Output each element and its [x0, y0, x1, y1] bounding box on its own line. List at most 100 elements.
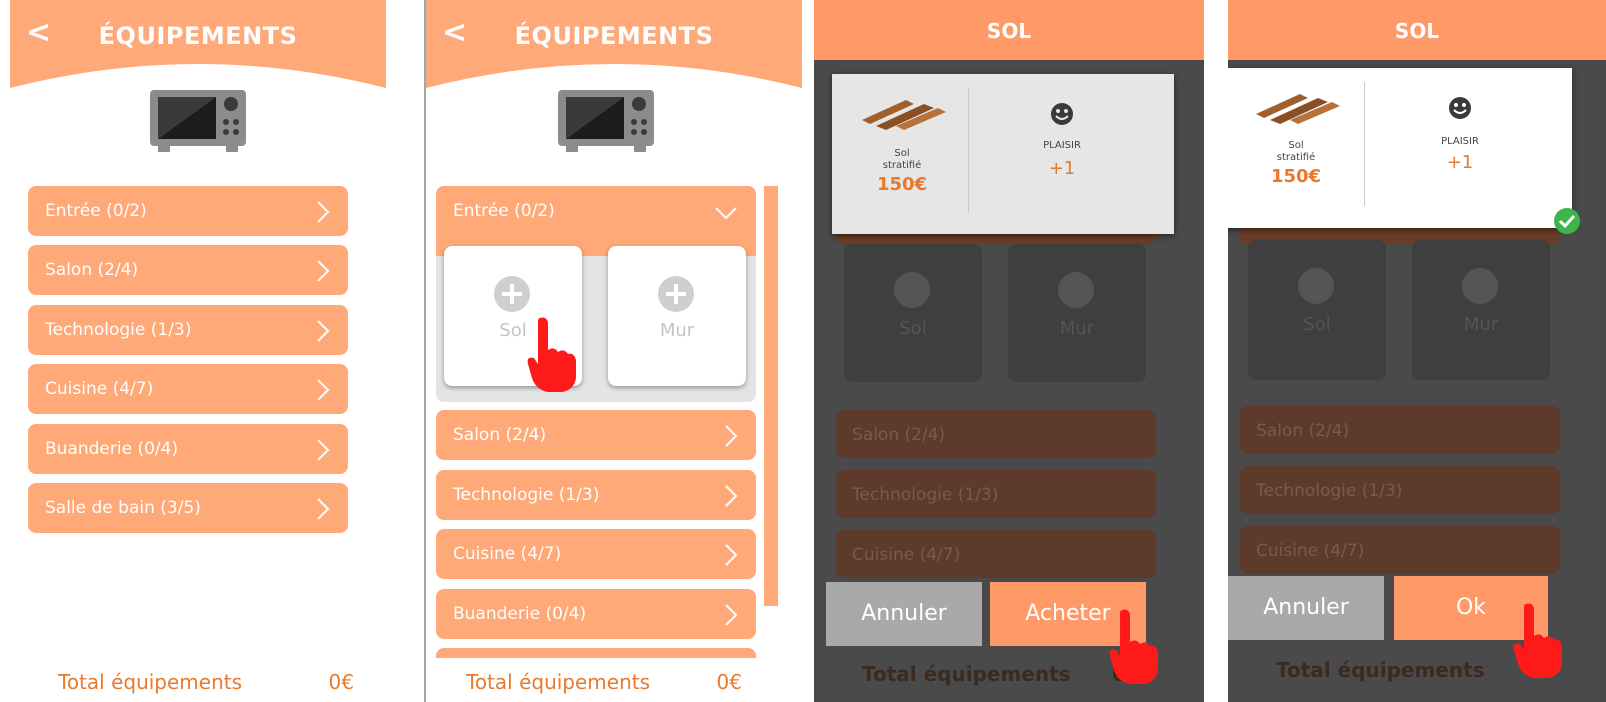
total-label: Total équipements	[58, 670, 243, 694]
category-row-partial	[436, 648, 756, 658]
chevron-right-icon	[317, 320, 330, 342]
category-label: Technologie (1/3)	[1256, 481, 1403, 501]
item-price: 150€	[876, 174, 928, 195]
tile-label: Sol	[1303, 314, 1331, 335]
plus-circle-icon	[658, 276, 694, 312]
dimmed-row-technologie: Technologie (1/3)	[1240, 466, 1560, 514]
dimmed-tile-mur: Mur	[1412, 240, 1550, 380]
equipment-expanded-screen: < ÉQUIPEMENTS Entrée (0/2) Sol Mur Salon…	[424, 0, 802, 702]
tile-label: Sol	[899, 318, 927, 339]
cancel-button[interactable]: Annuler	[1228, 576, 1384, 640]
dimmed-tile-sol: Sol	[844, 244, 982, 382]
category-row-technologie[interactable]: Technologie (1/3)	[28, 305, 348, 355]
item-name: Sol	[894, 148, 910, 159]
category-row-cuisine[interactable]: Cuisine (4/7)	[436, 529, 756, 579]
chevron-right-icon	[725, 544, 738, 566]
chevron-right-icon	[725, 604, 738, 626]
pointer-hand-icon	[527, 317, 576, 392]
dimmed-row-cuisine: Cuisine (4/7)	[1240, 526, 1560, 574]
category-row-cuisine[interactable]: Cuisine (4/7)	[28, 364, 348, 414]
chevron-down-icon	[715, 207, 737, 220]
total-label: Total équipements	[466, 670, 651, 694]
category-label: Cuisine (4/7)	[453, 544, 562, 564]
stat-label: PLAISIR	[1441, 136, 1479, 147]
dimmed-tile-mur: Mur	[1008, 244, 1146, 382]
category-label: Technologie (1/3)	[45, 320, 192, 340]
tile-label: Mur	[659, 320, 695, 341]
category-label: Salon (2/4)	[1256, 421, 1350, 441]
purchase-dialog-screen: SOL Sol Mur Salon (2/4) Technologie (1/3…	[814, 0, 1204, 702]
item-name-2: stratifié	[882, 160, 922, 171]
pointer-hand-icon	[1513, 603, 1562, 678]
tile-label: Mur	[1463, 314, 1499, 335]
item-name: Sol	[1288, 140, 1304, 151]
smiley-icon	[1449, 97, 1471, 119]
tile-label: Mur	[1059, 318, 1095, 339]
chevron-right-icon	[725, 485, 738, 507]
category-label: Entrée (0/2)	[453, 201, 555, 221]
category-label: Salon (2/4)	[45, 260, 139, 280]
stat-label: PLAISIR	[1043, 140, 1081, 151]
chevron-right-icon	[725, 425, 738, 447]
chevron-right-icon	[317, 201, 330, 223]
page-title: SOL	[1228, 0, 1606, 60]
total-bar: Total équipements 0€	[10, 664, 386, 702]
category-label: Technologie (1/3)	[453, 485, 600, 505]
pointer-hand-icon	[1109, 609, 1158, 684]
wood-planks-icon	[1256, 94, 1340, 124]
dimmed-row-technologie: Technologie (1/3)	[836, 470, 1156, 518]
category-label: Technologie (1/3)	[852, 485, 999, 505]
plus-circle-icon	[1298, 268, 1334, 304]
chevron-right-icon	[317, 498, 330, 520]
purchase-confirmed-screen: SOL Sol Mur Salon (2/4) Technologie (1/3…	[1228, 0, 1606, 702]
chevron-right-icon	[317, 439, 330, 461]
item-price: 150€	[1270, 166, 1322, 187]
category-row-salle-de-bain[interactable]: Salle de bain (3/5)	[28, 483, 348, 533]
wood-planks-icon	[862, 100, 946, 130]
category-row-entree[interactable]: Entrée (0/2)	[28, 186, 348, 236]
card-divider	[1364, 82, 1365, 206]
category-label: Cuisine (4/7)	[45, 379, 154, 399]
category-row-technologie[interactable]: Technologie (1/3)	[436, 470, 756, 520]
chevron-right-icon	[317, 379, 330, 401]
cancel-button[interactable]: Annuler	[826, 582, 982, 646]
microwave-icon	[150, 90, 246, 152]
category-row-salon[interactable]: Salon (2/4)	[28, 245, 348, 295]
total-value: 0€	[328, 670, 354, 694]
total-value: 0€	[716, 670, 742, 694]
smiley-icon	[1051, 103, 1073, 125]
equipment-list-screen: < ÉQUIPEMENTS Entrée (0/2) Salon (2/4) T…	[10, 0, 386, 702]
page-title: ÉQUIPEMENTS	[514, 22, 714, 50]
plus-circle-icon	[494, 276, 530, 312]
checkmark-icon	[1554, 208, 1580, 234]
item-name-2: stratifié	[1276, 152, 1316, 163]
stat-value: +1	[1048, 158, 1076, 179]
microwave-icon	[558, 90, 654, 152]
plus-circle-icon	[1058, 272, 1094, 308]
total-bar: Total équipements 0€	[426, 664, 802, 702]
plus-circle-icon	[894, 272, 930, 308]
page-title: ÉQUIPEMENTS	[98, 22, 298, 50]
category-label: Salon (2/4)	[852, 425, 946, 445]
scrollbar[interactable]	[764, 186, 778, 606]
dimmed-row-cuisine: Cuisine (4/7)	[836, 530, 1156, 578]
category-label: Salle de bain (3/5)	[45, 498, 201, 518]
card-divider	[968, 88, 969, 212]
page-title: SOL	[814, 0, 1204, 60]
category-row-salon[interactable]: Salon (2/4)	[436, 410, 756, 460]
category-row-buanderie[interactable]: Buanderie (0/4)	[436, 589, 756, 639]
item-card: Sol stratifié 150€ PLAISIR +1	[832, 74, 1174, 234]
category-label: Buanderie (0/4)	[45, 439, 179, 459]
category-label: Entrée (0/2)	[45, 201, 147, 221]
category-label: Salon (2/4)	[453, 425, 547, 445]
header: < ÉQUIPEMENTS	[10, 0, 386, 92]
item-card: Sol stratifié 150€ PLAISIR +1	[1228, 68, 1580, 234]
plus-circle-icon	[1462, 268, 1498, 304]
category-label: Cuisine (4/7)	[852, 545, 961, 565]
expanded-category-entree: Entrée (0/2) Sol Mur	[436, 186, 756, 402]
equipment-tile-mur[interactable]: Mur	[608, 246, 746, 386]
dimmed-total-label: Total équipements	[862, 662, 1071, 686]
category-label: Buanderie (0/4)	[453, 604, 587, 624]
dimmed-row-salon: Salon (2/4)	[1240, 406, 1560, 454]
category-row-buanderie[interactable]: Buanderie (0/4)	[28, 424, 348, 474]
